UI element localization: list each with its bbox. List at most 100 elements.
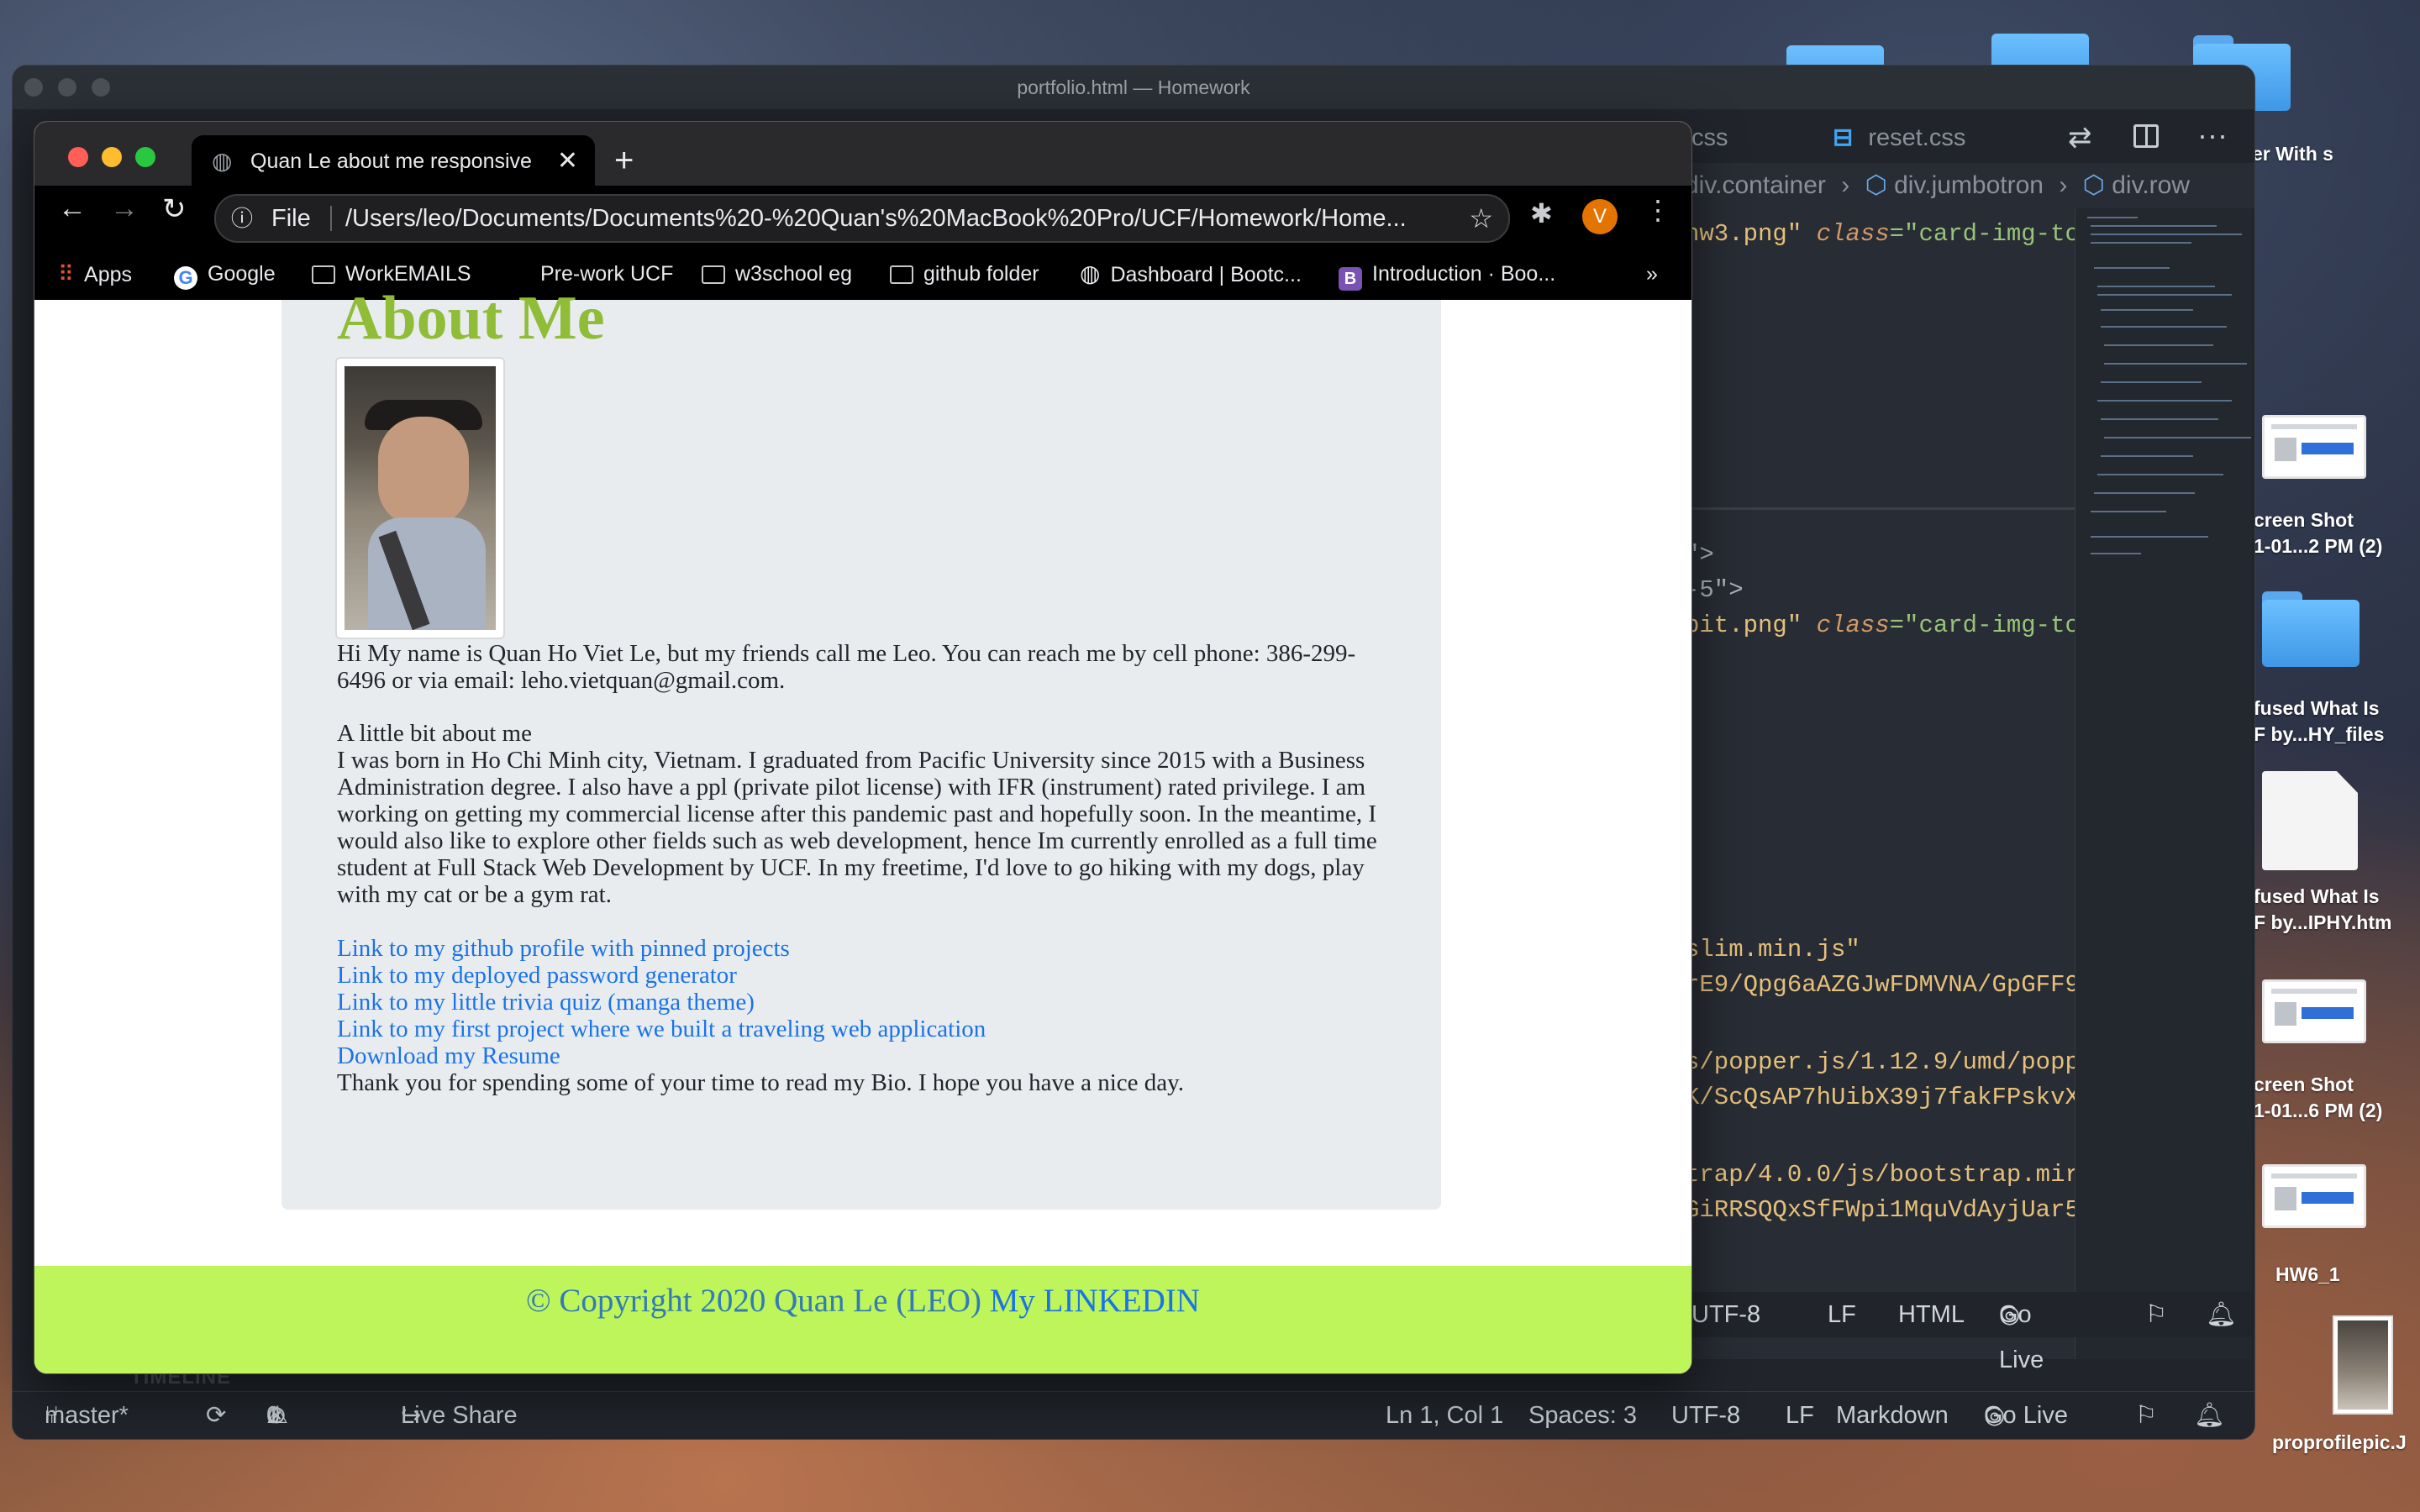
- desktop-label[interactable]: proprofilepic.J: [2272, 1430, 2407, 1456]
- sync-icon[interactable]: ⟳: [206, 1392, 226, 1439]
- bookmark-dashboard[interactable]: ◍ Dashboard | Bootc...: [1080, 248, 1302, 301]
- close-dot-icon[interactable]: [68, 147, 88, 167]
- window-title: portfolio.html — Homework: [1017, 76, 1250, 98]
- profile-image: [345, 366, 496, 630]
- copyright-text: © Copyright 2020 Quan Le (LEO): [526, 1283, 981, 1319]
- desktop-label[interactable]: HW6_1: [2275, 1262, 2340, 1288]
- minimize-dot-icon[interactable]: [58, 78, 76, 97]
- language-indicator[interactable]: Markdown: [1836, 1392, 1949, 1439]
- trivia-quiz-link[interactable]: Link to my little trivia quiz (manga the…: [337, 989, 1387, 1016]
- reload-icon[interactable]: ↻: [162, 192, 187, 226]
- url-scheme: File: [271, 205, 311, 232]
- code-line: GiRRSQQxSfFWpi1MquVdAyjUar5: [1685, 1196, 2075, 1224]
- close-tab-icon[interactable]: ✕: [557, 135, 578, 187]
- bookmark-google[interactable]: G Google: [174, 248, 276, 300]
- new-tab-icon[interactable]: +: [614, 139, 634, 182]
- linkedin-link[interactable]: My LINKEDIN: [990, 1283, 1200, 1319]
- bookmark-w3school[interactable]: w3school eg: [702, 248, 852, 300]
- browser-toolbar: ← → ↻ ⓘ File /Users/leo/Documents/Docume…: [34, 186, 1691, 248]
- info-icon: ⓘ: [231, 206, 254, 231]
- bookmark-github-folder[interactable]: github folder: [890, 248, 1039, 300]
- encoding-indicator[interactable]: UTF-8: [1671, 1392, 1740, 1439]
- screenshot-thumbnail-icon[interactable]: [2262, 1164, 2366, 1228]
- breadcrumb[interactable]: div.container › ⬡ div.jumbotron › ⬡ div.…: [1685, 163, 2254, 208]
- screenshot-thumbnail-icon[interactable]: [2262, 415, 2366, 479]
- feedback-icon[interactable]: ⚐: [2145, 1292, 2167, 1337]
- folder-icon: [890, 265, 913, 284]
- divider: [330, 206, 332, 231]
- password-generator-link[interactable]: Link to my deployed password generator: [337, 962, 1387, 989]
- profile-avatar[interactable]: V: [1582, 199, 1618, 234]
- bookmark-introduction[interactable]: B Introduction · Boo...: [1339, 248, 1555, 300]
- eol-indicator[interactable]: LF: [1786, 1392, 1814, 1439]
- document-file-icon[interactable]: [2262, 771, 2358, 870]
- address-bar[interactable]: ⓘ File /Users/leo/Documents/Documents%20…: [214, 194, 1510, 243]
- desktop-label[interactable]: fused What Is F by...HY_files: [2254, 696, 2385, 748]
- indentation-indicator[interactable]: Spaces: 3: [1528, 1392, 1637, 1439]
- feedback-icon[interactable]: ⚐: [2135, 1392, 2157, 1439]
- links-list: Link to my github profile with pinned pr…: [337, 935, 1387, 1096]
- desktop-label[interactable]: creen Shot 1-01...6 PM (2): [2254, 1072, 2382, 1124]
- desktop-folder-icon[interactable]: [2262, 591, 2360, 667]
- web-page: About Me Hi My name is Quan Ho Viet Le, …: [34, 284, 1691, 1373]
- footer: © Copyright 2020 Quan Le (LEO) My LINKED…: [34, 1266, 1691, 1373]
- cursor-position[interactable]: Ln 1, Col 1: [1386, 1392, 1503, 1439]
- eol-indicator[interactable]: LF: [1828, 1292, 1856, 1337]
- status-bar: ⑂ master* ⟳ ⊗ 0 ⚠ 1 ↪ Live Share Ln 1, C…: [13, 1391, 2254, 1439]
- url-text[interactable]: /Users/leo/Documents/Documents%20-%20Qua…: [345, 196, 1455, 241]
- bookmarks-bar: ⠿ Apps G Google WorkEMAILS Pre-work UCF w3…: [34, 248, 1691, 300]
- desktop-label[interactable]: er With s: [2252, 141, 2333, 167]
- source-control-icon[interactable]: ⇄: [2068, 121, 2092, 155]
- minimap[interactable]: [2075, 208, 2252, 1359]
- code-editor[interactable]: hw3.png" class="card-img-to "> -5"> pit.…: [1685, 208, 2075, 1359]
- language-indicator[interactable]: HTML: [1898, 1292, 1965, 1337]
- code-line: -5">: [1685, 576, 1744, 604]
- bookmark-star-icon[interactable]: ☆: [1469, 196, 1493, 241]
- split-editor-icon[interactable]: [2133, 124, 2159, 148]
- breadcrumb-item[interactable]: div.jumbotron: [1894, 171, 2044, 199]
- desktop-label[interactable]: creen Shot 1-01...2 PM (2): [2254, 507, 2382, 559]
- forward-arrow-icon[interactable]: →: [110, 192, 139, 225]
- tab-active[interactable]: ◍ Quan Le about me responsive p ✕: [192, 135, 595, 187]
- code-line: slim.min.js": [1685, 936, 1860, 963]
- more-bookmarks-chevron-icon[interactable]: »: [1646, 248, 1658, 300]
- menu-kebab-icon[interactable]: ⋮: [1644, 194, 1671, 226]
- inner-status-bar: UTF-8 LF HTML ◎ Go Live ⚐ 🔔︎: [1685, 1292, 2254, 1373]
- bookmark-apps[interactable]: ⠿ Apps: [58, 248, 132, 301]
- code-line: hw3.png" class="card-img-to: [1685, 220, 2075, 248]
- code-line: K/ScQsAP7hUibX39j7fakFPskvX: [1685, 1084, 2075, 1111]
- bootstrap-b-icon: B: [1339, 267, 1362, 291]
- minimize-dot-icon[interactable]: [102, 147, 122, 167]
- back-arrow-icon[interactable]: ←: [58, 192, 87, 225]
- tab-reset-css[interactable]: ⊟ reset.css: [1811, 113, 2060, 163]
- vscode-title-bar: portfolio.html — Homework: [13, 66, 2254, 109]
- breadcrumb-item[interactable]: div.row: [2112, 171, 2190, 199]
- bell-icon[interactable]: 🔔︎: [2206, 1292, 2237, 1337]
- divider: [1685, 507, 2075, 510]
- intro-paragraph: Hi My name is Quan Ho Viet Le, but my fr…: [337, 640, 1356, 694]
- browser-window: ◍ Quan Le about me responsive p ✕ + ← → …: [34, 121, 1692, 1374]
- about-subheading: A little bit about me: [337, 720, 532, 747]
- resume-download-link[interactable]: Download my Resume: [337, 1042, 1387, 1069]
- extensions-icon[interactable]: ✱: [1530, 197, 1553, 229]
- encoding-indicator[interactable]: UTF-8: [1691, 1292, 1760, 1337]
- tab-css[interactable]: css: [1685, 113, 1818, 163]
- bell-icon[interactable]: 🔔︎: [2194, 1392, 2225, 1439]
- maximize-dot-icon[interactable]: [135, 147, 155, 167]
- desktop-label[interactable]: fused What Is F by...IPHY.htm: [2254, 884, 2391, 936]
- profile-photo: [335, 357, 505, 639]
- maximize-dot-icon[interactable]: [92, 78, 110, 97]
- github-profile-link[interactable]: Link to my github profile with pinned pr…: [337, 935, 1387, 962]
- globe-icon: ◍: [212, 148, 233, 174]
- closing-text: Thank you for spending some of your time…: [337, 1069, 1185, 1096]
- page-title: About Me: [337, 284, 605, 353]
- profile-photo-file-icon[interactable]: [2333, 1315, 2393, 1415]
- bio-paragraph: I was born in Ho Chi Minh city, Vietnam.…: [337, 747, 1377, 908]
- chevron-right-icon: ›: [2059, 171, 2068, 199]
- more-actions-icon[interactable]: ···: [2197, 118, 2228, 153]
- chevron-right-icon: ›: [1841, 171, 1850, 199]
- close-dot-icon[interactable]: [24, 78, 43, 97]
- screenshot-thumbnail-icon[interactable]: [2262, 979, 2366, 1043]
- breadcrumb-item[interactable]: div.container: [1685, 171, 1826, 199]
- travel-project-link[interactable]: Link to my first project where we built …: [337, 1016, 1387, 1042]
